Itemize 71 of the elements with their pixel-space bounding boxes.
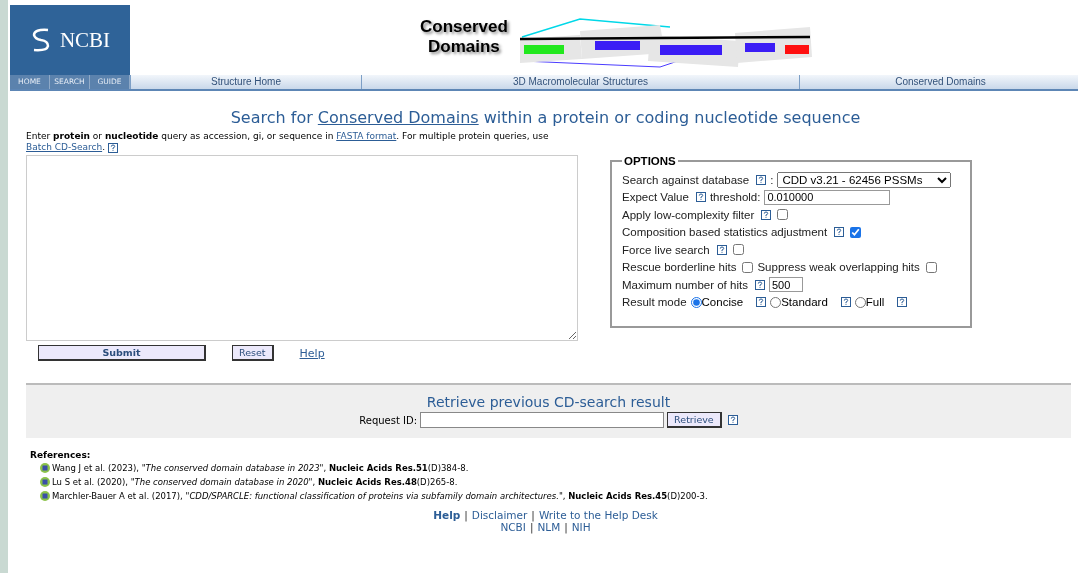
option-label: Rescue borderline hits xyxy=(622,261,737,274)
reset-button[interactable]: Reset xyxy=(232,345,274,361)
help-icon[interactable] xyxy=(897,297,908,308)
help-icon[interactable] xyxy=(756,297,767,308)
checkbox[interactable] xyxy=(850,226,862,238)
logo-text: NCBI xyxy=(59,27,111,53)
radio-label: Full xyxy=(865,296,885,309)
help-icon[interactable] xyxy=(840,297,851,308)
option-label: Expect Value xyxy=(622,191,689,204)
radio-button[interactable] xyxy=(854,296,866,308)
footer-link[interactable]: NLM xyxy=(537,521,561,533)
radio-label: Standard xyxy=(781,296,828,309)
help-icon[interactable] xyxy=(761,209,772,220)
submit-button[interactable]: Submit xyxy=(38,345,206,361)
help-icon[interactable] xyxy=(756,174,767,185)
option-label: Force live search xyxy=(622,243,710,256)
checkbox[interactable] xyxy=(732,244,744,256)
radio-button[interactable] xyxy=(770,296,782,308)
request-id-label: Request ID: xyxy=(359,414,418,426)
banner-title: Domains xyxy=(428,37,500,57)
checkbox[interactable] xyxy=(742,261,754,273)
help-icon[interactable] xyxy=(727,415,738,425)
ncbi-logo[interactable]: NCBI xyxy=(10,5,130,75)
checkbox[interactable] xyxy=(777,209,789,221)
radio-label: Concise xyxy=(701,296,744,309)
help-icon[interactable] xyxy=(754,279,765,290)
nav-tab[interactable]: Structure Home xyxy=(130,75,361,89)
option-label: Apply low-complexity filter xyxy=(622,208,755,221)
retrieve-button[interactable]: Retrieve xyxy=(667,412,722,428)
option-label: : xyxy=(770,173,774,186)
reference-text: Wang J et al. (2023), "The conserved domain database in 2023", Nucleic Acids Res.51(D)384-8. xyxy=(52,463,469,473)
separator-text: | xyxy=(564,521,568,533)
database-select[interactable]: CDD v3.21 - 62456 PSSMs xyxy=(777,171,952,188)
pubmed-icon[interactable] xyxy=(40,463,50,473)
footer-link[interactable]: Disclaimer xyxy=(471,509,528,521)
help-icon[interactable] xyxy=(695,192,706,203)
help-link[interactable]: Help xyxy=(299,346,325,360)
intro-text: Enter protein or nucleotide query as accession, gi, or sequence in FASTA format. For multiple protein queries, use Batch CD-Search. xyxy=(26,131,550,153)
title-link[interactable]: Conserved Domains xyxy=(317,108,479,127)
pubmed-icon[interactable] xyxy=(40,491,50,501)
separator-text: | xyxy=(529,521,534,533)
help-icon[interactable] xyxy=(834,227,845,238)
separator-text: | xyxy=(464,509,468,521)
help-icon[interactable] xyxy=(108,142,118,153)
option-label: Composition based statistics adjustment xyxy=(622,226,828,239)
reference-text: Lu S et al. (2020), "The conserved domain database in 2020", Nucleic Acids Res.48(D)265-8. xyxy=(52,477,458,487)
footer-link[interactable]: Write to the Help Desk xyxy=(538,509,658,521)
reference-text: Marchler-Bauer A et al. (2017), "CDD/SPARCLE: functional classification of proteins via subfamily domain architectures.", Nucleic Acids Res.45(D)200-3. xyxy=(52,491,708,501)
input-field[interactable]: 500 xyxy=(768,277,803,293)
banner-title: Conserved xyxy=(420,17,508,37)
option-label: threshold: xyxy=(709,191,761,204)
nav-tab[interactable]: 3D Macromolecular Structures xyxy=(361,75,799,89)
option-label: Suppress weak overlapping hits xyxy=(757,261,920,274)
options-legend: OPTIONS xyxy=(622,155,678,167)
separator-text: | xyxy=(531,509,535,521)
option-label: Search against database xyxy=(622,173,750,186)
retrieve-title: Retrieve previous CD-search result xyxy=(426,394,671,410)
page-title: Search for Conserved Domains within a protein or coding nucleotide sequence xyxy=(229,108,862,127)
footer-link[interactable]: NIH xyxy=(571,521,591,533)
input-field[interactable]: 0.010000 xyxy=(764,189,891,205)
option-label: Result mode xyxy=(622,296,687,309)
checkbox[interactable] xyxy=(925,261,937,273)
footer-link[interactable]: Help xyxy=(433,509,461,521)
radio-button[interactable] xyxy=(690,296,702,308)
nav-tab[interactable]: Conserved Domains xyxy=(799,75,1078,89)
request-id-field[interactable] xyxy=(420,412,665,428)
pubmed-icon[interactable] xyxy=(40,477,50,487)
help-icon[interactable] xyxy=(716,244,727,255)
footer-link[interactable]: NCBI xyxy=(500,521,526,533)
references-heading: References: xyxy=(30,450,92,460)
option-label: Maximum number of hits xyxy=(622,278,748,291)
